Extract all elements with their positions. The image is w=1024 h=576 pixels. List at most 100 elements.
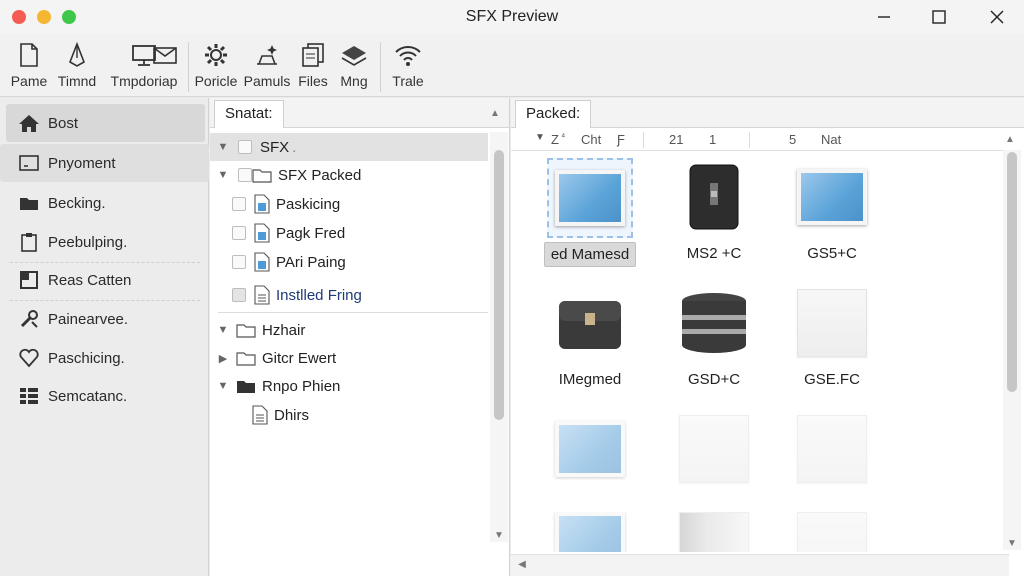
toolbar-button-mail[interactable] (150, 40, 180, 74)
grid-item[interactable] (535, 512, 645, 552)
grid-item[interactable]: GSE.FC (777, 288, 887, 391)
square-icon (20, 271, 38, 289)
grid-item[interactable] (535, 414, 645, 484)
file-lines-icon (254, 285, 270, 305)
maximize-icon (932, 10, 946, 24)
column-separator (643, 132, 644, 148)
checkbox[interactable] (238, 140, 252, 154)
files-icon (302, 43, 324, 67)
grid-item[interactable]: ed Mamesd (535, 158, 645, 267)
blank-file-icon (797, 415, 867, 483)
grid-item[interactable] (659, 414, 769, 484)
grid-item[interactable] (659, 512, 769, 552)
minimize-button[interactable] (869, 4, 899, 30)
grid-item[interactable] (777, 512, 887, 552)
tree-row-sfx-packed[interactable]: ▼ SFX Packed (210, 161, 488, 189)
scroll-down-arrow-icon[interactable]: ▼ (492, 530, 506, 541)
close-button[interactable] (982, 4, 1012, 30)
grid-tabbar: Packed: (511, 98, 1024, 128)
toolbar-button-files[interactable]: Files (296, 40, 330, 94)
folder-icon (236, 352, 256, 366)
database-icon (682, 293, 746, 353)
toolbar-button-timnd[interactable]: Timnd (56, 40, 98, 94)
checkbox[interactable] (232, 226, 246, 240)
grid-item[interactable]: GS5+C (777, 162, 887, 265)
toolbar-button-pame[interactable]: Pame (8, 40, 50, 94)
checkbox[interactable] (238, 168, 252, 182)
tab-packed[interactable]: Packed: (515, 100, 592, 128)
sort-triangle-icon[interactable]: ▼ (535, 132, 545, 143)
tab-snatat[interactable]: Snatat: (214, 100, 284, 128)
document-icon (20, 43, 38, 67)
expand-triangle-icon[interactable]: ▼ (216, 141, 230, 153)
close-icon (990, 10, 1004, 24)
scroll-thumb[interactable] (494, 150, 504, 420)
grid-vertical-scrollbar[interactable] (1003, 150, 1021, 550)
title-bar: SFX Preview (0, 0, 1024, 34)
tree-row-instlled-fring[interactable]: Instlled Fring (224, 281, 488, 309)
tree-tabbar: Snatat: (210, 98, 509, 128)
column-5[interactable]: 5 (789, 132, 796, 147)
toolbar-button-poricle[interactable]: Poricle (193, 40, 239, 94)
image-thumbnail-icon (555, 421, 625, 477)
scroll-up-arrow-icon[interactable]: ▲ (488, 108, 502, 119)
tree-row-gitcr-ewert[interactable]: ▶ Gitcr Ewert (210, 344, 488, 372)
grid-item[interactable]: IMegmed (535, 288, 645, 391)
column-header-bar: ▼ Z ⁴ Cht Ƒ 21 1 5 Nat (511, 129, 1009, 151)
sfx-suffix: . (292, 138, 297, 156)
clipboard-icon (21, 233, 37, 252)
image-thumbnail-icon (555, 170, 625, 226)
scroll-up-arrow-icon[interactable]: ▲ (1003, 134, 1017, 145)
checkbox[interactable] (232, 288, 246, 302)
sidebar-item-peebulping[interactable]: Peebulping. (6, 223, 205, 261)
column-cht[interactable]: Cht (581, 132, 601, 147)
toolbar-button-pamuls[interactable]: Pamuls (244, 40, 290, 94)
column-21[interactable]: 21 (669, 132, 683, 147)
blank-file-icon (797, 289, 867, 357)
grid-horizontal-scrollbar[interactable]: ◀ (511, 554, 1009, 576)
sidebar-item-painearvee[interactable]: Painearvee. (6, 300, 205, 338)
tree-row-dhirs[interactable]: Dhirs (252, 401, 488, 429)
tree-row-pari-paing[interactable]: PAri Paing (224, 248, 488, 276)
checkbox[interactable] (232, 255, 246, 269)
blank-file-icon (797, 512, 867, 552)
file-lines-icon (252, 405, 268, 425)
expand-triangle-icon[interactable]: ▼ (216, 380, 230, 392)
sidebar-item-paschicing[interactable]: Paschicing. (6, 339, 205, 377)
tree-vertical-scrollbar[interactable] (490, 132, 508, 542)
column-z[interactable]: Z (551, 132, 559, 147)
toolbar-button-trale[interactable]: Trale (388, 40, 428, 94)
file-blue-icon (254, 223, 270, 243)
tree-row-sfx[interactable]: ▼ SFX. (210, 133, 488, 161)
tree-row-pagk-fred[interactable]: Pagk Fred (224, 219, 488, 247)
gear-icon (205, 44, 227, 66)
toolbar-button-mng[interactable]: Mng (336, 40, 372, 94)
tree-row-paskicing[interactable]: Paskicing (224, 190, 488, 218)
image-thumbnail-icon (555, 512, 625, 552)
sidebar-item-becking[interactable]: Becking. (6, 184, 205, 222)
scroll-down-arrow-icon[interactable]: ▼ (1005, 538, 1019, 549)
column-f[interactable]: Ƒ (617, 132, 625, 147)
checkbox[interactable] (232, 197, 246, 211)
column-1[interactable]: 1 (709, 132, 716, 147)
maximize-button[interactable] (924, 4, 954, 30)
collapse-triangle-icon[interactable]: ▶ (216, 352, 230, 365)
sidebar-item-pnyoment[interactable]: Pnyoment (0, 144, 209, 182)
sidebar-item-bost[interactable]: Bost (6, 104, 205, 142)
column-nat[interactable]: Nat (821, 132, 841, 147)
sidebar-item-semcatanc[interactable]: Semcatanc. (6, 377, 205, 415)
grid-item[interactable]: MS2 +C (659, 162, 769, 265)
tree-row-rnpo-phien[interactable]: ▼ Rnpo Phien (210, 372, 488, 400)
scroll-thumb[interactable] (1007, 152, 1017, 392)
expand-triangle-icon[interactable]: ▼ (216, 169, 230, 181)
window-icon (19, 155, 39, 171)
scroll-left-arrow-icon[interactable]: ◀ (515, 559, 529, 570)
tree-divider (218, 312, 488, 313)
toolbar-separator (380, 42, 381, 92)
tree-row-hzhair[interactable]: ▼ Hzhair (210, 316, 488, 344)
grid-item[interactable] (777, 414, 887, 484)
sidebar-item-reas-catten[interactable]: Reas Catten (6, 261, 205, 299)
expand-triangle-icon[interactable]: ▼ (216, 324, 230, 336)
grid-item[interactable]: GSD+C (659, 288, 769, 391)
selection-frame (547, 158, 633, 238)
